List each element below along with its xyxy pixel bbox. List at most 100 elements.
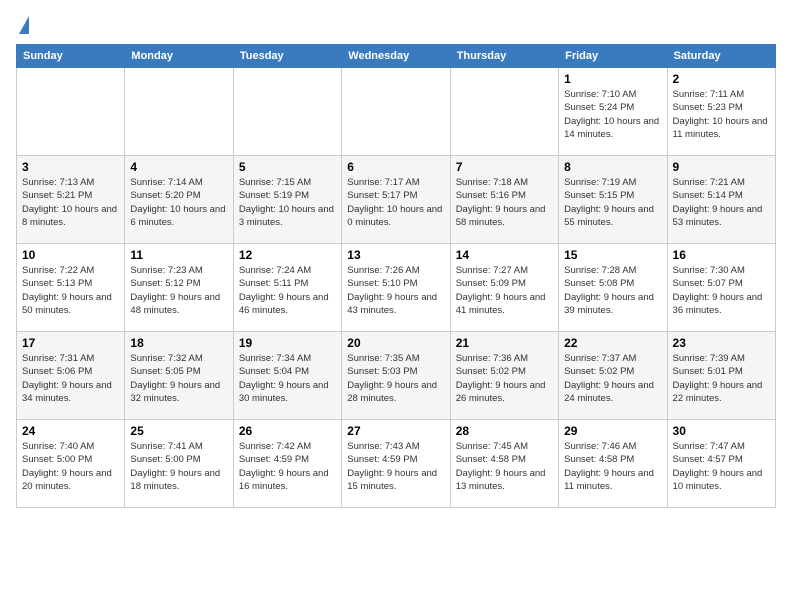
calendar-cell: 28Sunrise: 7:45 AM Sunset: 4:58 PM Dayli… (450, 420, 558, 508)
calendar-cell: 5 Sunrise: 7:15 AM Sunset: 5:19 PM Daylig… (233, 156, 341, 244)
weekday-header: Monday (125, 45, 233, 68)
calendar-header-row: SundayMondayTuesdayWednesdayThursdayFrid… (17, 45, 776, 68)
day-number: 24 (22, 424, 119, 438)
calendar-cell: 26Sunrise: 7:42 AM Sunset: 4:59 PM Dayli… (233, 420, 341, 508)
day-number: 1 (564, 72, 661, 86)
calendar-week-row: 24Sunrise: 7:40 AM Sunset: 5:00 PM Dayli… (17, 420, 776, 508)
day-info: Sunrise: 7:37 AM Sunset: 5:02 PM Dayligh… (564, 352, 661, 405)
calendar-cell: 15 Sunrise: 7:28 AM Sunset: 5:08 PM Dayli… (559, 244, 667, 332)
day-number: 19 (239, 336, 336, 350)
calendar-cell (342, 68, 450, 156)
day-info: Sunrise: 7:28 AM Sunset: 5:08 PM Dayligh… (564, 264, 661, 317)
calendar-cell (125, 68, 233, 156)
calendar-week-row: 1 Sunrise: 7:10 AM Sunset: 5:24 PM Daylig… (17, 68, 776, 156)
day-info: Sunrise: 7:17 AM Sunset: 5:17 PM Dayligh… (347, 176, 444, 229)
day-info: Sunrise: 7:13 AM Sunset: 5:21 PM Dayligh… (22, 176, 119, 229)
day-info: Sunrise: 7:10 AM Sunset: 5:24 PM Dayligh… (564, 88, 661, 141)
calendar-cell: 25 Sunrise: 7:41 AM Sunset: 5:00 PM Dayli… (125, 420, 233, 508)
day-number: 9 (673, 160, 770, 174)
calendar-cell: 8 Sunrise: 7:19 AM Sunset: 5:15 PM Daylig… (559, 156, 667, 244)
day-info: Sunrise: 7:31 AM Sunset: 5:06 PM Dayligh… (22, 352, 119, 405)
calendar-cell: 12 Sunrise: 7:24 AM Sunset: 5:11 PM Dayli… (233, 244, 341, 332)
calendar-cell: 10Sunrise: 7:22 AM Sunset: 5:13 PM Dayli… (17, 244, 125, 332)
calendar-week-row: 3 Sunrise: 7:13 AM Sunset: 5:21 PM Daylig… (17, 156, 776, 244)
day-number: 14 (456, 248, 553, 262)
calendar-cell: 13 Sunrise: 7:26 AM Sunset: 5:10 PM Dayli… (342, 244, 450, 332)
day-info: Sunrise: 7:41 AM Sunset: 5:00 PM Dayligh… (130, 440, 227, 493)
day-number: 30 (673, 424, 770, 438)
day-info: Sunrise: 7:19 AM Sunset: 5:15 PM Dayligh… (564, 176, 661, 229)
day-number: 15 (564, 248, 661, 262)
day-info: Sunrise: 7:30 AM Sunset: 5:07 PM Dayligh… (673, 264, 770, 317)
calendar-cell: 23 Sunrise: 7:39 AM Sunset: 5:01 PM Dayli… (667, 332, 775, 420)
day-info: Sunrise: 7:24 AM Sunset: 5:11 PM Dayligh… (239, 264, 336, 317)
day-info: Sunrise: 7:32 AM Sunset: 5:05 PM Dayligh… (130, 352, 227, 405)
calendar-cell: 11 Sunrise: 7:23 AM Sunset: 5:12 PM Dayli… (125, 244, 233, 332)
day-number: 6 (347, 160, 444, 174)
weekday-header: Thursday (450, 45, 558, 68)
calendar-cell: 2Sunrise: 7:11 AM Sunset: 5:23 PM Daylig… (667, 68, 775, 156)
calendar-week-row: 10Sunrise: 7:22 AM Sunset: 5:13 PM Dayli… (17, 244, 776, 332)
calendar-cell: 16 Sunrise: 7:30 AM Sunset: 5:07 PM Dayli… (667, 244, 775, 332)
weekday-header: Saturday (667, 45, 775, 68)
day-number: 16 (673, 248, 770, 262)
day-number: 29 (564, 424, 661, 438)
page-header (16, 16, 776, 34)
day-number: 3 (22, 160, 119, 174)
day-number: 28 (456, 424, 553, 438)
calendar-cell (233, 68, 341, 156)
day-number: 27 (347, 424, 444, 438)
logo (16, 16, 29, 34)
calendar-cell: 17 Sunrise: 7:31 AM Sunset: 5:06 PM Dayli… (17, 332, 125, 420)
day-number: 5 (239, 160, 336, 174)
day-number: 17 (22, 336, 119, 350)
day-info: Sunrise: 7:15 AM Sunset: 5:19 PM Dayligh… (239, 176, 336, 229)
day-info: Sunrise: 7:18 AM Sunset: 5:16 PM Dayligh… (456, 176, 553, 229)
day-info: Sunrise: 7:14 AM Sunset: 5:20 PM Dayligh… (130, 176, 227, 229)
day-info: Sunrise: 7:23 AM Sunset: 5:12 PM Dayligh… (130, 264, 227, 317)
calendar-table: SundayMondayTuesdayWednesdayThursdayFrid… (16, 44, 776, 508)
calendar-cell: 29 Sunrise: 7:46 AM Sunset: 4:58 PM Dayli… (559, 420, 667, 508)
logo-icon (19, 16, 29, 34)
calendar-cell: 7Sunrise: 7:18 AM Sunset: 5:16 PM Daylig… (450, 156, 558, 244)
day-info: Sunrise: 7:35 AM Sunset: 5:03 PM Dayligh… (347, 352, 444, 405)
day-info: Sunrise: 7:21 AM Sunset: 5:14 PM Dayligh… (673, 176, 770, 229)
calendar-cell: 21 Sunrise: 7:36 AM Sunset: 5:02 PM Dayli… (450, 332, 558, 420)
day-info: Sunrise: 7:26 AM Sunset: 5:10 PM Dayligh… (347, 264, 444, 317)
day-info: Sunrise: 7:43 AM Sunset: 4:59 PM Dayligh… (347, 440, 444, 493)
calendar-cell: 3 Sunrise: 7:13 AM Sunset: 5:21 PM Daylig… (17, 156, 125, 244)
calendar-cell: 24Sunrise: 7:40 AM Sunset: 5:00 PM Dayli… (17, 420, 125, 508)
day-info: Sunrise: 7:47 AM Sunset: 4:57 PM Dayligh… (673, 440, 770, 493)
day-number: 18 (130, 336, 227, 350)
weekday-header: Wednesday (342, 45, 450, 68)
day-number: 13 (347, 248, 444, 262)
day-number: 26 (239, 424, 336, 438)
day-number: 4 (130, 160, 227, 174)
day-info: Sunrise: 7:36 AM Sunset: 5:02 PM Dayligh… (456, 352, 553, 405)
calendar-cell: 4 Sunrise: 7:14 AM Sunset: 5:20 PM Daylig… (125, 156, 233, 244)
day-number: 21 (456, 336, 553, 350)
day-info: Sunrise: 7:22 AM Sunset: 5:13 PM Dayligh… (22, 264, 119, 317)
calendar-cell (17, 68, 125, 156)
day-number: 2 (673, 72, 770, 86)
day-number: 22 (564, 336, 661, 350)
day-info: Sunrise: 7:34 AM Sunset: 5:04 PM Dayligh… (239, 352, 336, 405)
day-number: 8 (564, 160, 661, 174)
calendar-cell: 27 Sunrise: 7:43 AM Sunset: 4:59 PM Dayli… (342, 420, 450, 508)
calendar-cell: 6 Sunrise: 7:17 AM Sunset: 5:17 PM Daylig… (342, 156, 450, 244)
calendar-week-row: 17 Sunrise: 7:31 AM Sunset: 5:06 PM Dayli… (17, 332, 776, 420)
day-number: 11 (130, 248, 227, 262)
calendar-cell: 18 Sunrise: 7:32 AM Sunset: 5:05 PM Dayli… (125, 332, 233, 420)
day-info: Sunrise: 7:39 AM Sunset: 5:01 PM Dayligh… (673, 352, 770, 405)
day-number: 25 (130, 424, 227, 438)
day-number: 12 (239, 248, 336, 262)
calendar-cell: 30 Sunrise: 7:47 AM Sunset: 4:57 PM Dayli… (667, 420, 775, 508)
calendar-cell: 14 Sunrise: 7:27 AM Sunset: 5:09 PM Dayli… (450, 244, 558, 332)
day-info: Sunrise: 7:27 AM Sunset: 5:09 PM Dayligh… (456, 264, 553, 317)
calendar-cell: 22 Sunrise: 7:37 AM Sunset: 5:02 PM Dayli… (559, 332, 667, 420)
weekday-header: Sunday (17, 45, 125, 68)
day-info: Sunrise: 7:46 AM Sunset: 4:58 PM Dayligh… (564, 440, 661, 493)
day-number: 20 (347, 336, 444, 350)
day-number: 23 (673, 336, 770, 350)
calendar-cell: 9 Sunrise: 7:21 AM Sunset: 5:14 PM Daylig… (667, 156, 775, 244)
